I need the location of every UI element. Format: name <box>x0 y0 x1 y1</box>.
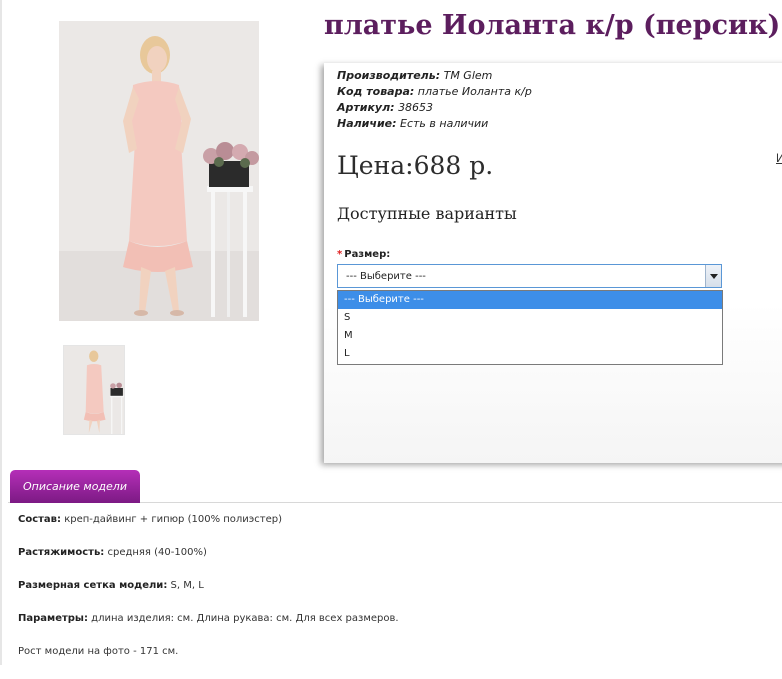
spec-manufacturer: Производитель: ТМ Glem <box>337 68 532 84</box>
product-info-panel: Производитель: ТМ Glem Код товара: плать… <box>324 63 782 463</box>
spec-product-code: Код товара: платье Иоланта к/р <box>337 84 532 100</box>
spec-article-label: Артикул: <box>337 101 395 114</box>
spec-availability-label: Наличие: <box>337 117 397 130</box>
description-size-grid-label: Размерная сетка модели: <box>18 580 168 591</box>
description-stretch: Растяжимость: средняя (40-100%) <box>18 547 778 559</box>
description-parameters-value: длина изделия: см. Длина рукава: см. Для… <box>91 613 399 624</box>
size-option-l[interactable]: L <box>338 345 722 363</box>
description-parameters-label: Параметры: <box>18 613 88 624</box>
description-size-grid: Размерная сетка модели: S, M, L <box>18 580 778 592</box>
spec-article: Артикул: 38653 <box>337 100 532 116</box>
size-select[interactable]: --- Выберите --- <box>337 264 722 288</box>
size-select-value: --- Выберите --- <box>346 271 426 282</box>
product-description: Состав: креп-дайвинг + гипюр (100% полиэ… <box>18 514 778 679</box>
size-options-list: --- Выберите --- S M L <box>337 290 723 365</box>
description-composition-value: креп-дайвинг + гипюр (100% полиэстер) <box>64 514 283 525</box>
spec-availability: Наличие: Есть в наличии <box>337 116 532 132</box>
side-link[interactable]: И <box>776 151 782 165</box>
product-main-photo[interactable] <box>59 21 259 321</box>
description-size-grid-value: S, M, L <box>170 580 204 591</box>
spec-product-code-label: Код товара: <box>337 85 415 98</box>
size-field-label: * Размер: <box>337 249 390 260</box>
product-price: Цена:688 р. <box>337 151 494 180</box>
spec-manufacturer-value: ТМ Glem <box>443 69 493 82</box>
size-label-text: Размер: <box>344 249 391 260</box>
spec-product-code-value: платье Иоланта к/р <box>417 85 532 98</box>
spec-article-value: 38653 <box>398 101 434 114</box>
description-stretch-label: Растяжимость: <box>18 547 105 558</box>
product-title: платье Иоланта к/р (персик) <box>324 10 781 41</box>
description-composition: Состав: креп-дайвинг + гипюр (100% полиэ… <box>18 514 778 526</box>
description-model-height: Рост модели на фото - 171 см. <box>18 646 778 658</box>
size-option-m[interactable]: M <box>338 327 722 345</box>
description-model-height-value: Рост модели на фото - 171 см. <box>18 646 179 657</box>
variants-heading: Доступные варианты <box>337 204 517 223</box>
spec-availability-value: Есть в наличии <box>400 117 489 130</box>
size-option-placeholder[interactable]: --- Выберите --- <box>338 291 722 309</box>
description-stretch-value: средняя (40-100%) <box>107 547 207 558</box>
page-left-border <box>0 0 2 665</box>
description-composition-label: Состав: <box>18 514 62 525</box>
description-parameters: Параметры: длина изделия: см. Длина рука… <box>18 613 778 625</box>
chevron-down-icon[interactable] <box>705 265 721 287</box>
spec-manufacturer-label: Производитель: <box>337 69 441 82</box>
tab-description[interactable]: Описание модели <box>10 470 140 503</box>
product-spec-list: Производитель: ТМ Glem Код товара: плать… <box>337 68 532 132</box>
required-mark: * <box>337 249 343 260</box>
product-thumbnail[interactable] <box>63 345 125 435</box>
size-option-s[interactable]: S <box>338 309 722 327</box>
